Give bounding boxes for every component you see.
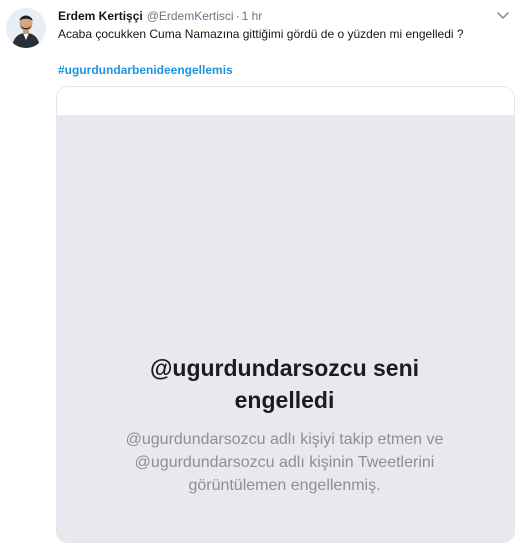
chevron-down-icon[interactable] bbox=[496, 10, 510, 22]
blocked-description: @ugurdundarsozcu adlı kişiyi takip etmen… bbox=[56, 428, 513, 497]
media-top-strip bbox=[57, 87, 514, 115]
blocked-desc-line-1: @ugurdundarsozcu adlı kişiyi takip etmen… bbox=[125, 431, 444, 448]
avatar-image bbox=[6, 8, 46, 48]
author-handle[interactable]: @ErdemKertisci bbox=[147, 9, 234, 23]
blocked-title: @ugurdundarsozcu seni engelledi bbox=[56, 352, 513, 416]
blocked-title-line-2: engelledi bbox=[234, 387, 335, 413]
author-name[interactable]: Erdem Kertişçi bbox=[58, 9, 143, 23]
tweet-header: Erdem Kertişçi @ErdemKertisci · 1 hr bbox=[58, 8, 490, 24]
blocked-desc-line-3: görüntülemen engellenmiş. bbox=[188, 477, 381, 494]
separator-dot: · bbox=[235, 9, 240, 23]
blocked-desc-line-2: @ugurdundarsozcu adlı kişinin Tweetlerin… bbox=[134, 454, 435, 471]
blocked-title-line-1: @ugurdundarsozcu seni bbox=[149, 355, 420, 381]
tweet-time[interactable]: 1 hr bbox=[242, 9, 263, 23]
hashtag-link[interactable]: #ugurdundarbenideengellemis bbox=[58, 62, 233, 78]
tweet-text: Acaba çocukken Cuma Namazına gittiğimi g… bbox=[58, 27, 464, 41]
avatar[interactable] bbox=[6, 8, 46, 48]
